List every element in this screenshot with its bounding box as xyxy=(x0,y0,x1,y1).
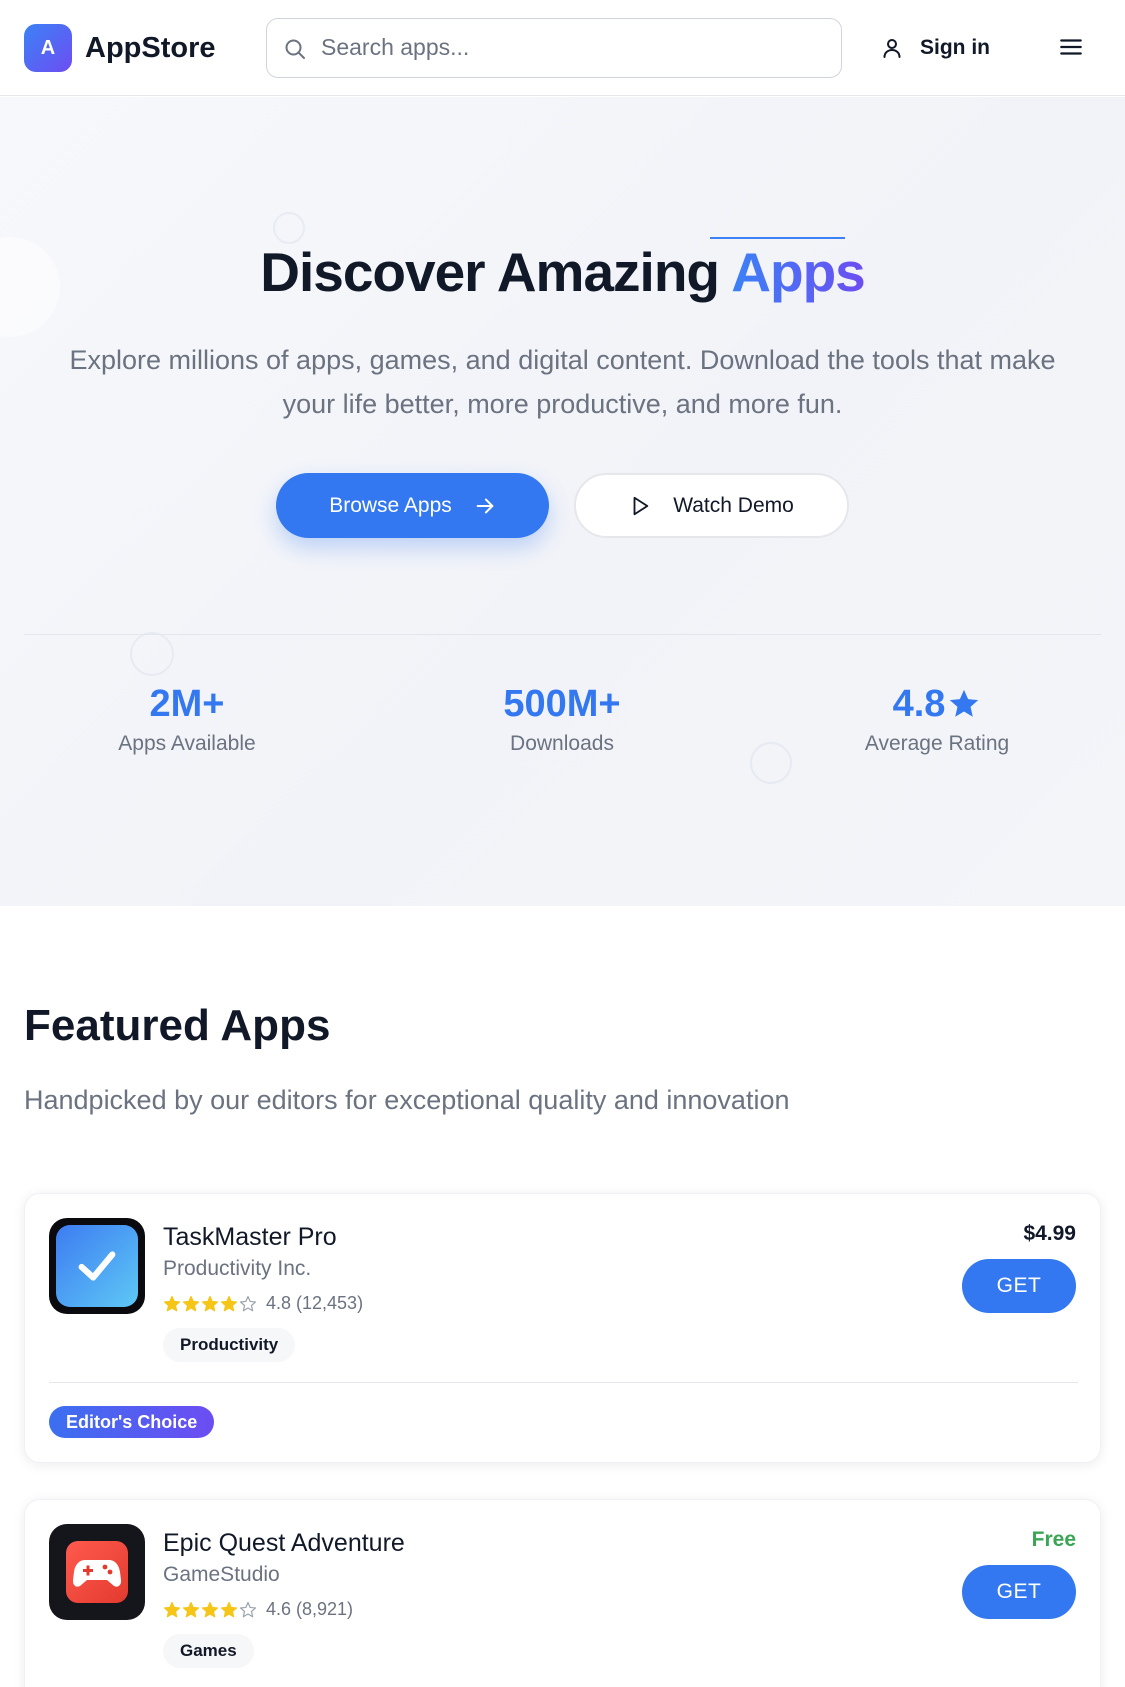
app-rating: 4.8 (12,453) xyxy=(163,1293,363,1314)
rating-text: 4.8 (12,453) xyxy=(266,1293,364,1313)
browse-apps-label: Browse Apps xyxy=(329,493,452,517)
app-rating: 4.6 (8,921) xyxy=(163,1599,353,1620)
star-empty-icon xyxy=(239,1601,257,1617)
sign-in-label: Sign in xyxy=(920,36,990,59)
brand-name[interactable]: AppStore xyxy=(85,28,216,68)
stat-label: Average Rating xyxy=(864,732,1010,755)
app-developer: GameStudio xyxy=(163,1563,280,1586)
hero-divider xyxy=(24,634,1101,635)
gamepad-icon xyxy=(73,1560,121,1587)
app-name[interactable]: TaskMaster Pro xyxy=(163,1221,337,1253)
hero-title: Discover Amazing Apps xyxy=(0,237,1125,307)
search-box[interactable] xyxy=(266,18,842,78)
stat-apps-available: 2M+ Apps Available xyxy=(0,682,374,758)
stat-downloads: 500M+ Downloads xyxy=(375,682,749,758)
hero-section: Discover Amazing Apps Explore millions o… xyxy=(0,97,1125,906)
rating-stars xyxy=(163,1295,258,1313)
stat-label: Downloads xyxy=(510,732,614,755)
browse-apps-button[interactable]: Browse Apps xyxy=(276,473,549,538)
title-accent-underline xyxy=(710,237,845,239)
sign-in-button[interactable]: Sign in xyxy=(880,30,990,66)
app-icon-tile xyxy=(66,1541,128,1603)
stat-rating-value: 4.8 xyxy=(750,682,1124,726)
app-name[interactable]: Epic Quest Adventure xyxy=(163,1527,405,1559)
watch-demo-button[interactable]: Watch Demo xyxy=(574,473,849,538)
rating-text: 4.6 (8,921) xyxy=(266,1599,354,1619)
top-navbar: A AppStore Sign in xyxy=(0,0,1125,96)
stat-average-rating: 4.8 Average Rating xyxy=(750,682,1124,758)
app-icon-tile xyxy=(56,1225,138,1307)
app-card-epic-quest-adventure[interactable]: Epic Quest Adventure GameStudio 4.6 (8,9… xyxy=(24,1499,1101,1687)
star-filled-icon xyxy=(182,1295,200,1311)
star-filled-icon xyxy=(182,1601,200,1617)
star-filled-icon xyxy=(220,1295,238,1311)
star-empty-icon xyxy=(239,1295,257,1311)
decorative-circle xyxy=(130,632,174,676)
category-tag[interactable]: Productivity xyxy=(163,1328,296,1362)
star-filled-icon xyxy=(220,1601,238,1617)
checkmark-icon xyxy=(78,1251,116,1281)
app-price: $4.99 xyxy=(1023,1222,1076,1245)
watch-demo-label: Watch Demo xyxy=(673,493,794,517)
app-icon xyxy=(49,1524,145,1620)
star-filled-icon xyxy=(163,1601,181,1617)
app-icon xyxy=(49,1218,145,1314)
user-icon xyxy=(883,39,901,58)
get-button[interactable]: GET xyxy=(962,1259,1076,1313)
app-price: Free xyxy=(1031,1528,1076,1551)
card-divider xyxy=(49,1382,1078,1383)
hero-subtitle: Explore millions of apps, games, and dig… xyxy=(69,345,1056,419)
editors-choice-badge: Editor's Choice xyxy=(49,1406,215,1438)
app-developer: Productivity Inc. xyxy=(163,1257,312,1280)
hero-title-main: Discover Amazing xyxy=(260,241,732,303)
search-icon xyxy=(285,39,305,59)
star-filled-icon xyxy=(201,1295,219,1311)
star-filled-icon xyxy=(201,1601,219,1617)
logo-letter: A xyxy=(40,36,56,59)
search-input[interactable] xyxy=(321,19,821,76)
play-icon xyxy=(633,496,649,515)
stat-label: Apps Available xyxy=(118,732,256,755)
stat-value: 500M+ xyxy=(503,683,621,725)
star-filled-icon xyxy=(163,1295,181,1311)
stat-value: 2M+ xyxy=(149,683,225,725)
rating-stars xyxy=(163,1601,258,1619)
arrow-right-icon xyxy=(476,498,494,513)
get-button[interactable]: GET xyxy=(962,1565,1076,1619)
hero-title-accent: Apps xyxy=(731,241,865,303)
featured-apps-subtitle: Handpicked by our editors for exceptiona… xyxy=(24,1085,790,1115)
stat-value: 4.8 xyxy=(892,683,946,725)
app-logo[interactable]: A xyxy=(24,24,72,72)
category-tag[interactable]: Games xyxy=(163,1634,254,1668)
featured-apps-title: Featured Apps xyxy=(24,1001,331,1050)
app-card-taskmaster-pro[interactable]: TaskMaster Pro Productivity Inc. 4.8 (12… xyxy=(24,1193,1101,1463)
star-icon xyxy=(950,689,979,717)
hamburger-menu-icon[interactable] xyxy=(1058,34,1084,60)
